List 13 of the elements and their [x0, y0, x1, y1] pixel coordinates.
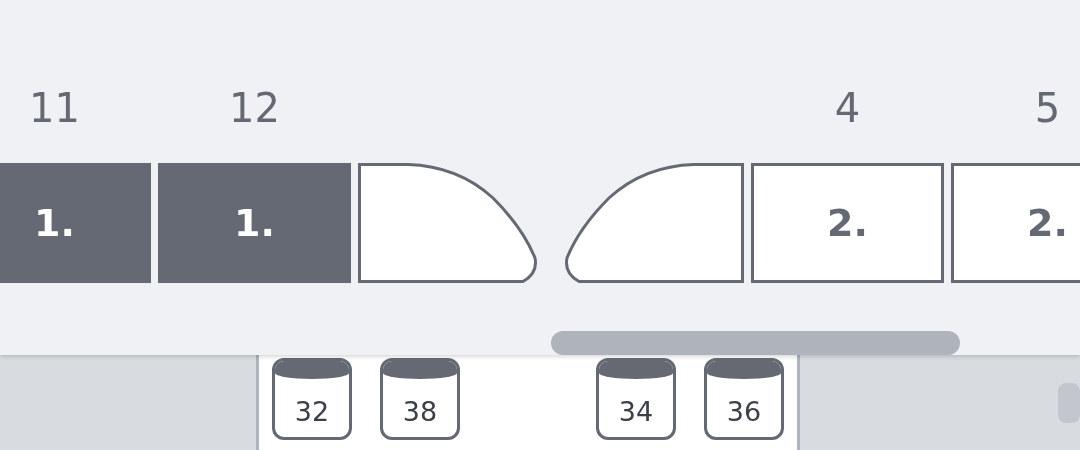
coach[interactable]: 2.: [951, 163, 1080, 283]
coach-number: 5: [1034, 84, 1061, 132]
scrollbar-thumb[interactable]: [551, 331, 960, 355]
coach[interactable]: 1.: [158, 163, 351, 283]
coach-number: 12: [229, 84, 280, 132]
coach-number: 11: [29, 84, 80, 132]
seat[interactable]: 32: [272, 358, 352, 440]
coach[interactable]: 2.: [751, 163, 944, 283]
seat[interactable]: 36: [704, 358, 784, 440]
seat[interactable]: 34: [596, 358, 676, 440]
seat[interactable]: 38: [380, 358, 460, 440]
coach[interactable]: 1.: [0, 163, 151, 283]
coach-number: 4: [834, 84, 861, 132]
